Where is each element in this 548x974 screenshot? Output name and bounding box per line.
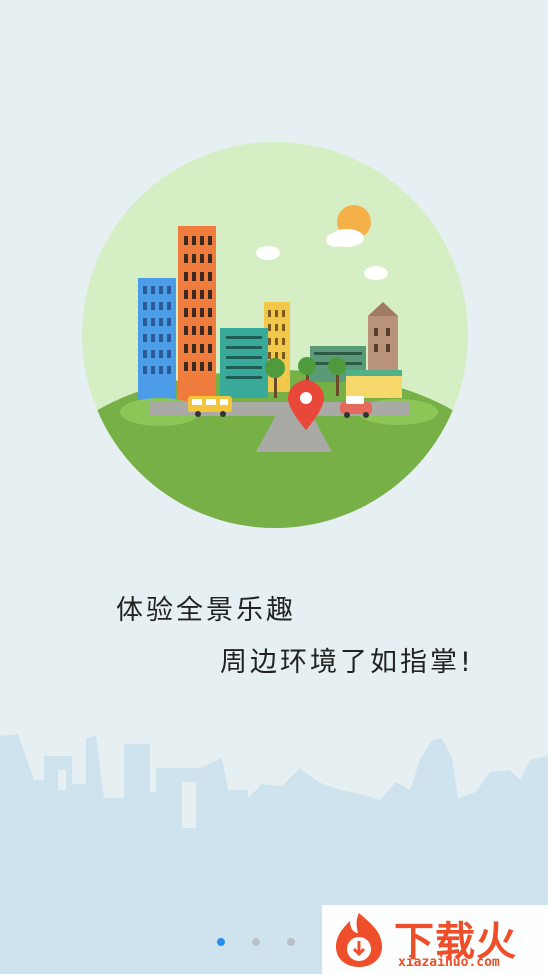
city-illustration (82, 142, 468, 528)
watermark-url: xiazaihuo.com (398, 955, 500, 970)
tagline-line-1: 体验全景乐趣 (116, 595, 296, 626)
tagline-line-2: 周边环境了如指掌! (220, 647, 474, 678)
fire-logo-icon (336, 913, 382, 967)
page-dot-3[interactable] (287, 938, 295, 946)
page-dot-2[interactable] (252, 938, 260, 946)
page-dot-1[interactable] (217, 938, 225, 946)
watermark-badge: 下载火 xiazaihuo.com (322, 905, 548, 974)
splash-screen: 体验全景乐趣 周边环境了如指掌! 下载火 xiazaihuo.com (0, 0, 548, 974)
